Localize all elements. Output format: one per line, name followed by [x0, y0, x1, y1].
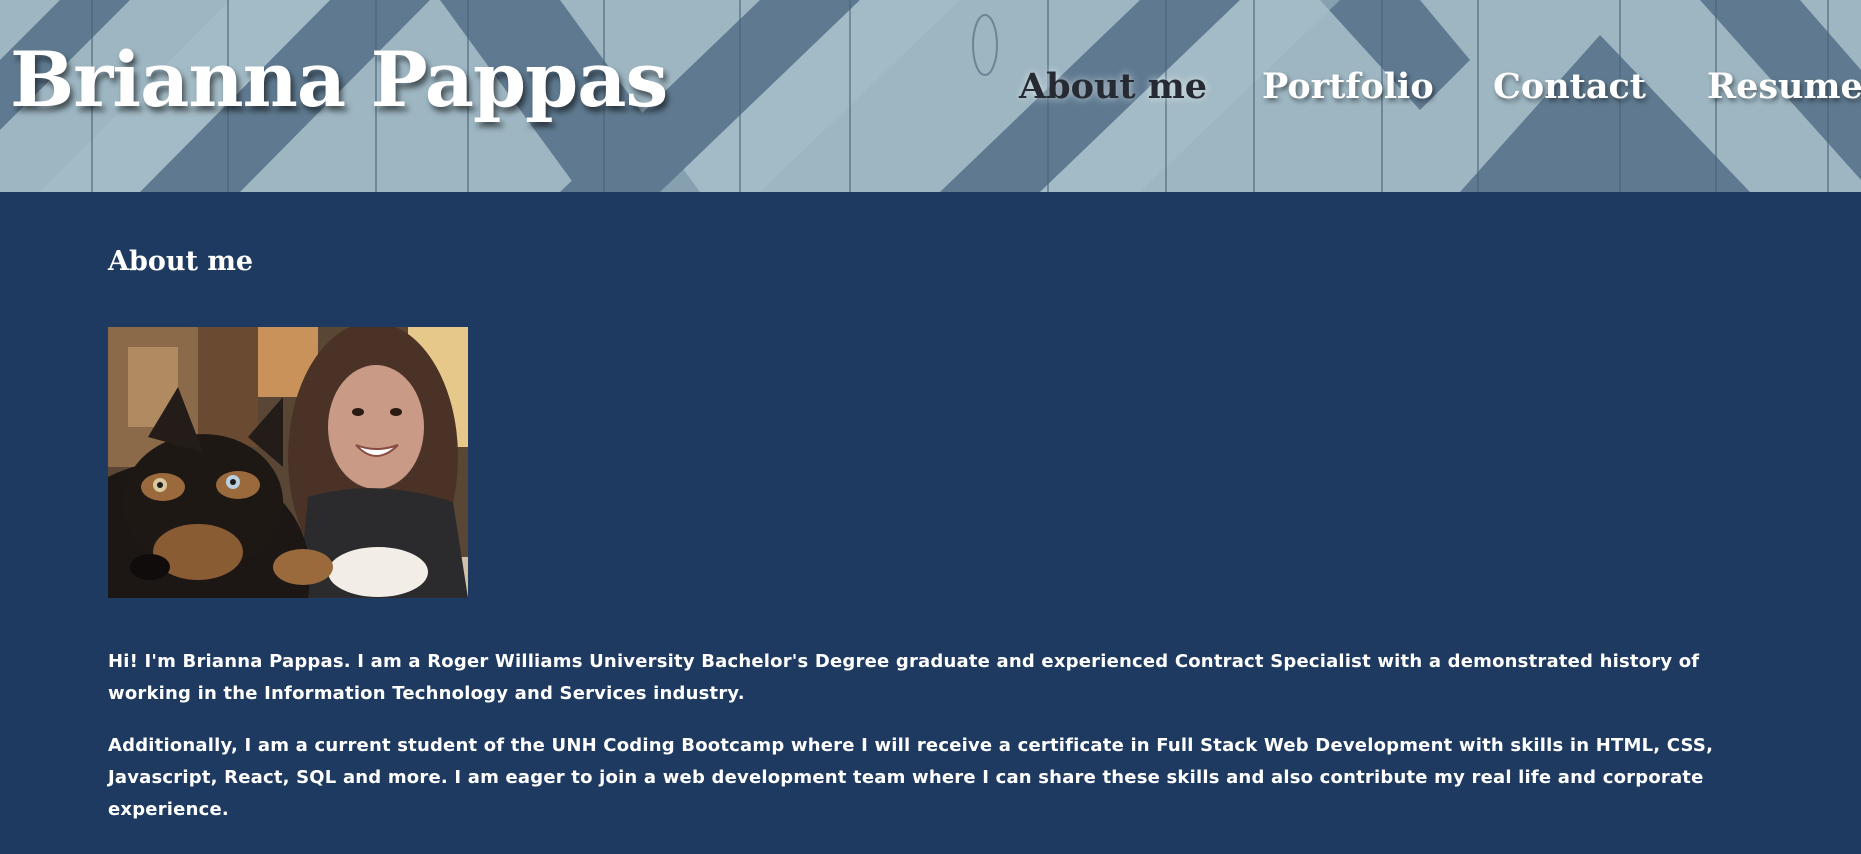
profile-photo — [108, 327, 468, 598]
bio-paragraph: Hi! I'm Brianna Pappas. I am a Roger Wil… — [108, 651, 1700, 704]
nav-portfolio[interactable]: Portfolio — [1262, 67, 1434, 107]
bio-paragraph: Additionally, I am a current student of … — [108, 735, 1714, 820]
main-nav: About me Portfolio Contact Resume — [0, 67, 1861, 116]
site-header: Brianna Pappas About me Portfolio Contac… — [0, 0, 1861, 192]
section-heading: About me — [108, 246, 254, 277]
nav-contact[interactable]: Contact — [1493, 67, 1646, 107]
nav-resume[interactable]: Resume — [1707, 67, 1861, 107]
nav-about-me[interactable]: About me — [1019, 67, 1207, 107]
bio-text: Hi! I'm Brianna Pappas. I am a Roger Wil… — [108, 646, 1788, 846]
